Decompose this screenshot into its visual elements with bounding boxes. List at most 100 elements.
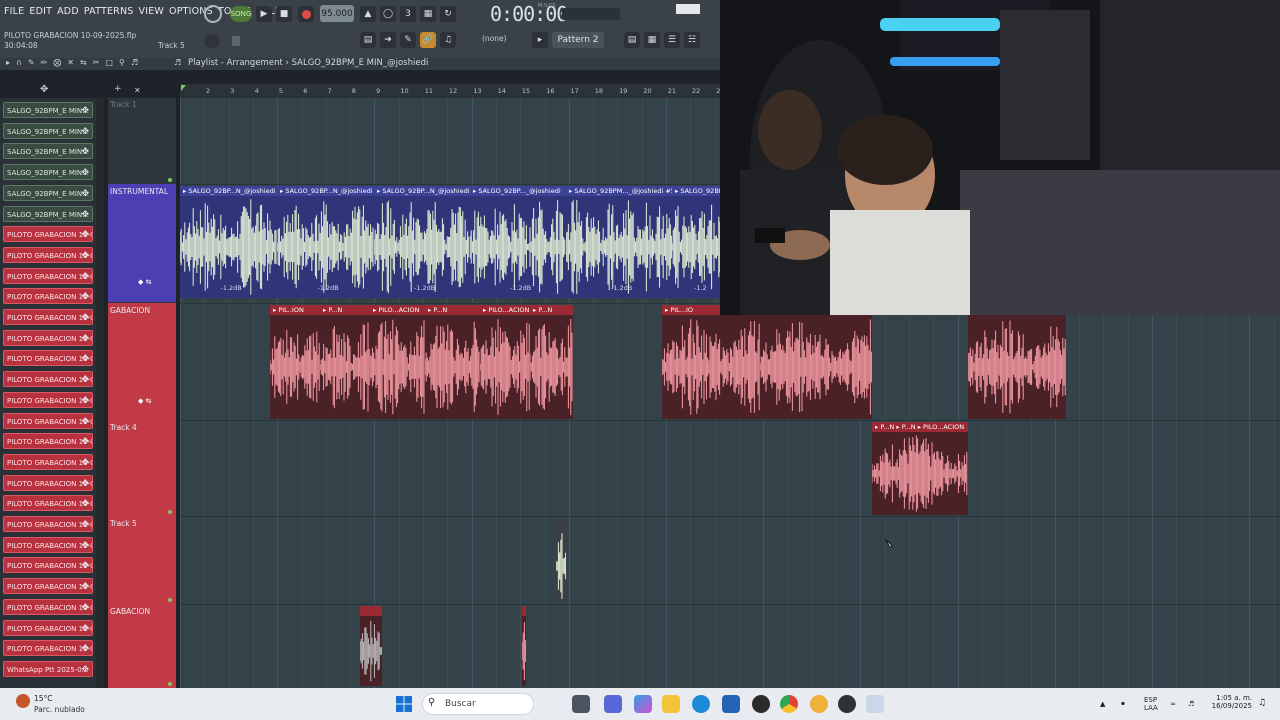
clip-source-item[interactable]: PILOTO GRABACION 10-09...✥	[3, 557, 93, 574]
drag-handle-icon[interactable]: ✥	[81, 662, 89, 676]
app-icon-2[interactable]	[838, 695, 856, 713]
drag-handle-icon[interactable]: ✥	[81, 621, 89, 635]
track-header-1[interactable]: Track 1	[108, 98, 176, 184]
snap-select[interactable]: (none)	[482, 34, 507, 43]
clip-source-item[interactable]: PILOTO GRABACION 10-09...✥	[3, 246, 93, 263]
delete-icon[interactable]: ⨂	[53, 58, 61, 67]
pattern-prev-button[interactable]: ▸	[532, 32, 548, 48]
audio-clip[interactable]: ▸ PILO...ACION	[480, 305, 530, 419]
track-control-icons[interactable]: ◆ ⇆	[138, 278, 151, 286]
drag-handle-icon[interactable]: ✥	[81, 393, 89, 407]
language-indicator[interactable]: ESP LAA	[1144, 696, 1158, 712]
audio-clip[interactable]: ▸ PIL...IO	[662, 305, 760, 419]
audio-clip[interactable]: ▸ P...N	[320, 305, 370, 419]
select-icon[interactable]: □	[105, 58, 113, 67]
time-display[interactable]: 0:00:00	[490, 2, 568, 26]
clip-source-item[interactable]: PILOTO GRABACION 10-09...✥	[3, 640, 93, 657]
drag-handle-icon[interactable]: ✥	[81, 558, 89, 572]
weather-icon[interactable]	[16, 694, 30, 708]
step-edit-button[interactable]: ▦	[420, 6, 436, 22]
brush-icon[interactable]: ✏	[41, 58, 48, 67]
clip-source-item[interactable]: PILOTO GRABACION 10-09...✥	[3, 453, 93, 470]
slice-icon[interactable]: ✂	[93, 58, 100, 67]
track-led[interactable]	[168, 598, 172, 602]
speaker-icon[interactable]: ♬	[131, 58, 138, 67]
pencil-button[interactable]: ✎	[400, 32, 416, 48]
slip-icon[interactable]: ⇆	[80, 58, 87, 67]
countdown-button[interactable]: 3	[400, 6, 416, 22]
audio-clip[interactable]: ▸ SALGO_92BP...N_@joshiedi -1.2dB	[374, 186, 470, 298]
tray-overflow-icon[interactable]: ▲	[1100, 700, 1105, 708]
audio-clip[interactable]	[556, 518, 566, 604]
clip-source-item[interactable]: WhatsApp Ptt 2025-0... ✥	[3, 660, 93, 677]
stop-button[interactable]: ■	[276, 6, 292, 22]
audio-clip[interactable]: ▸ P...N	[530, 305, 573, 419]
drag-handle-icon[interactable]: ✥	[81, 496, 89, 510]
clip-source-item[interactable]: SALGO_92BPM_E MIN... ✥	[3, 164, 93, 181]
clip-source-item[interactable]: PILOTO GRABACION 10-09...✥	[3, 516, 93, 532]
drag-handle-icon[interactable]: ✥	[81, 351, 89, 365]
link-button[interactable]: 🔗	[420, 32, 436, 48]
move-icon[interactable]: ✥	[40, 84, 48, 95]
drag-handle-icon[interactable]: ✥	[81, 248, 89, 262]
close-icon[interactable]: ✕	[134, 86, 141, 95]
chrome-icon[interactable]	[780, 695, 798, 713]
clip-source-item[interactable]: PILOTO GRABACION 10-09...✥	[3, 433, 93, 450]
clip-source-item[interactable]: SALGO_92BPM_E MIN... ✥	[3, 205, 93, 222]
audio-clip[interactable]: ▸ SALGO_92BP...N_@joshiedi -1.2dB	[277, 186, 374, 298]
clip-source-item[interactable]: SALGO_92BPM_E MIN... ✥	[3, 143, 93, 160]
audio-clip[interactable]: ▸ P...ON	[968, 305, 1066, 419]
clip-list-scrollbar[interactable]	[96, 98, 104, 688]
clip-source-item[interactable]: PILOTO GRABACION 10-09...✥	[3, 536, 93, 553]
app-icon[interactable]	[752, 695, 770, 713]
volume-icon[interactable]: ♬	[1188, 700, 1194, 708]
track-header-5[interactable]: Track 5	[108, 516, 176, 604]
drag-handle-icon[interactable]: ✥	[81, 455, 89, 469]
drag-handle-icon[interactable]: ✥	[81, 517, 89, 531]
pencil-icon[interactable]: ✎	[28, 58, 35, 67]
clip-source-item[interactable]: SALGO_92BPM_E MIN... ✥	[3, 102, 93, 118]
clip-source-item[interactable]: PILOTO GRABACION 10-09...✥	[3, 495, 93, 512]
mute-icon[interactable]: ✕	[67, 58, 74, 67]
clip-source-item[interactable]: PILOTO GRABACION 10-09...✥	[3, 329, 93, 346]
clip-source-item[interactable]: PILOTO GRABACION 10-09...✥	[3, 371, 93, 388]
loop-record-button[interactable]: ↻	[440, 6, 456, 22]
drag-handle-icon[interactable]: ✥	[81, 124, 89, 138]
track-control-icons[interactable]: ◆ ⇆	[138, 397, 151, 405]
drag-handle-icon[interactable]: ✥	[81, 144, 89, 158]
app-icon-3[interactable]	[866, 695, 884, 713]
record-button[interactable]	[298, 6, 314, 22]
drag-handle-icon[interactable]: ✥	[81, 186, 89, 200]
menu-edit[interactable]: EDIT	[29, 6, 52, 20]
audio-clip[interactable]: ▸ PILO...ACION	[370, 305, 425, 419]
clip-source-item[interactable]: PILOTO GRABACION 10-09...✥	[3, 412, 93, 429]
clip-source-item[interactable]: PILOTO GRABACION 10-09...✥	[3, 474, 93, 491]
playlist-toggle[interactable]: ▤	[624, 32, 640, 48]
track-led[interactable]	[168, 682, 172, 686]
timeline-ruler[interactable]: 234567891011121314151617181920212223	[180, 84, 725, 98]
drag-handle-icon[interactable]: ✥	[81, 310, 89, 324]
menu-file[interactable]: FILE	[4, 6, 24, 20]
track-header-4[interactable]: Track 4	[108, 420, 176, 516]
audio-clip[interactable]	[522, 606, 526, 686]
track-led[interactable]	[168, 178, 172, 182]
menu-patterns[interactable]: PATTERNS	[84, 6, 134, 20]
task-view-icon[interactable]	[572, 695, 590, 713]
audio-clip[interactable]: ▸ P...N	[425, 305, 480, 419]
audio-clip[interactable]: ▸ SALGO_92BP...N_@joshiedi -1.2dB	[180, 186, 277, 298]
clip-source-item[interactable]: PILOTO GRABACION 10-09...✥	[3, 288, 93, 305]
clip-source-item[interactable]: SALGO_92BPM_E MIN... ✥	[3, 184, 93, 201]
channel-rack-toggle[interactable]: ▦	[644, 32, 660, 48]
clip-source-item[interactable]: SALGO_92BPM_E MIN... ✥	[3, 122, 93, 139]
microphone-icon[interactable]: ⚫	[1120, 700, 1126, 708]
audio-clip[interactable]: ▸ SALGO_92BP..._@joshiedi -1.2dB	[470, 186, 566, 298]
drag-handle-icon[interactable]: ✥	[81, 600, 89, 614]
audio-clip[interactable]: ▸ PILO...CION	[760, 305, 872, 419]
drag-handle-icon[interactable]: ✥	[81, 289, 89, 303]
drag-handle-icon[interactable]: ✥	[81, 103, 89, 117]
track-header-instrumental[interactable]: INSTRUMENTAL ◆ ⇆	[108, 184, 176, 302]
add-track-icon[interactable]: +	[114, 84, 122, 94]
menu-arrow-icon[interactable]: ▸	[6, 58, 10, 67]
clock[interactable]: 1:05 a. m. 16/09/2025	[1208, 694, 1252, 710]
clip-source-item[interactable]: PILOTO GRABACION 10-09...✥	[3, 309, 93, 325]
